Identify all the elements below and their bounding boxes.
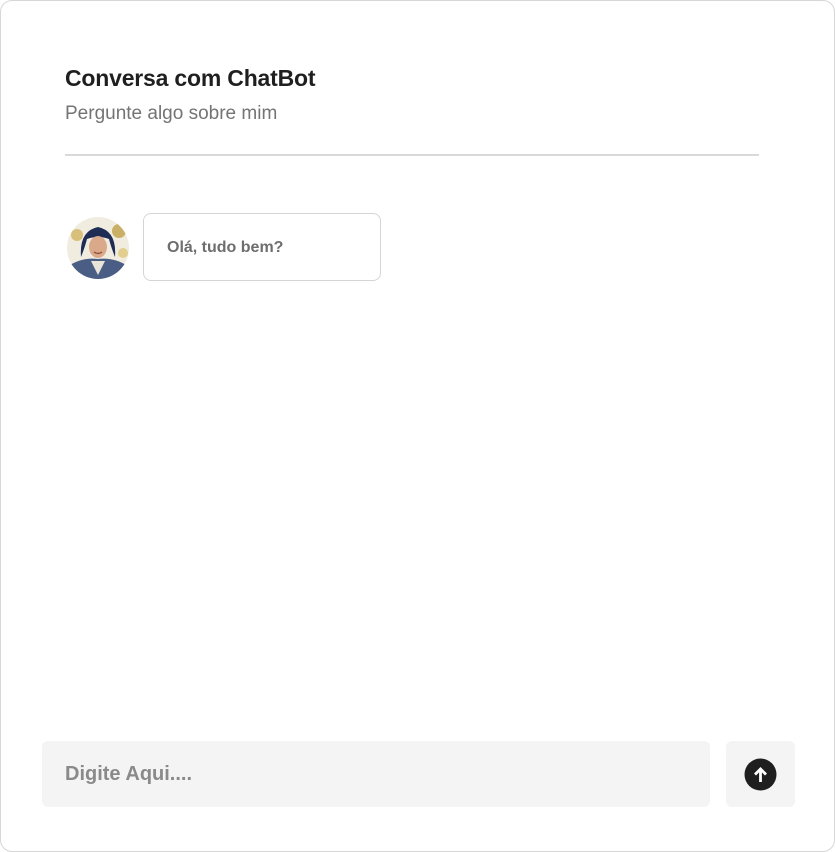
page-subtitle: Pergunte algo sobre mim bbox=[65, 103, 278, 124]
header-divider bbox=[65, 154, 759, 156]
page-title: Conversa com ChatBot bbox=[65, 65, 316, 91]
bot-avatar bbox=[67, 217, 129, 279]
message-text: Olá, tudo bem? bbox=[167, 239, 284, 256]
arrow-up-circle-icon bbox=[744, 758, 777, 791]
user-avatar-icon bbox=[67, 217, 129, 279]
chat-card: Conversa com ChatBot Pergunte algo sobre… bbox=[0, 0, 835, 852]
send-button[interactable] bbox=[726, 741, 795, 807]
message-input[interactable] bbox=[42, 741, 710, 807]
message-bubble: Olá, tudo bem? bbox=[143, 213, 381, 281]
